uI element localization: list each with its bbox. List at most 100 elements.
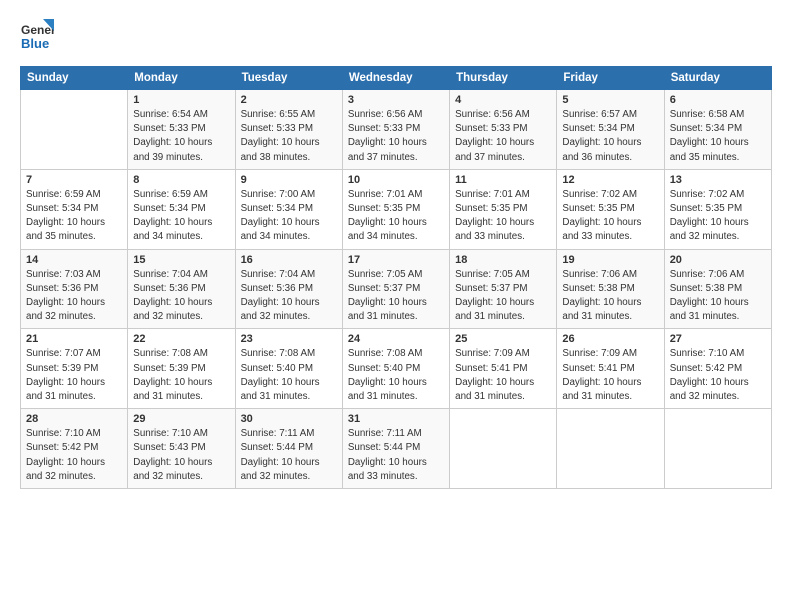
day-info: Sunrise: 7:10 AM Sunset: 5:43 PM Dayligh… bbox=[133, 427, 229, 484]
day-number: 27 bbox=[670, 333, 766, 345]
calendar-cell: 5 Sunrise: 6:57 AM Sunset: 5:34 PM Daylig… bbox=[557, 90, 664, 170]
calendar-cell: 28 Sunrise: 7:10 AM Sunset: 5:42 PM Dayli… bbox=[21, 409, 128, 489]
day-number: 9 bbox=[241, 174, 337, 186]
day-info: Sunrise: 7:04 AM Sunset: 5:36 PM Dayligh… bbox=[241, 268, 337, 325]
week-row-5: 28 Sunrise: 7:10 AM Sunset: 5:42 PM Dayli… bbox=[21, 409, 772, 489]
day-number: 15 bbox=[133, 254, 229, 266]
week-row-1: 1Sunrise: 6:54 AM Sunset: 5:33 PM Daylig… bbox=[21, 90, 772, 170]
calendar-cell: 31 Sunrise: 7:11 AM Sunset: 5:44 PM Dayli… bbox=[342, 409, 449, 489]
calendar-header-row: SundayMondayTuesdayWednesdayThursdayFrid… bbox=[21, 67, 772, 90]
day-info: Sunrise: 7:05 AM Sunset: 5:37 PM Dayligh… bbox=[455, 268, 551, 325]
day-info: Sunrise: 6:56 AM Sunset: 5:33 PM Dayligh… bbox=[455, 108, 551, 165]
day-info: Sunrise: 6:55 AM Sunset: 5:33 PM Dayligh… bbox=[241, 108, 337, 165]
calendar-cell: 19 Sunrise: 7:06 AM Sunset: 5:38 PM Dayli… bbox=[557, 249, 664, 329]
calendar-cell: 2 Sunrise: 6:55 AM Sunset: 5:33 PM Daylig… bbox=[235, 90, 342, 170]
col-header-sunday: Sunday bbox=[21, 67, 128, 90]
calendar-cell: 3 Sunrise: 6:56 AM Sunset: 5:33 PM Daylig… bbox=[342, 90, 449, 170]
calendar-cell: 12Sunrise: 7:02 AM Sunset: 5:35 PM Dayli… bbox=[557, 169, 664, 249]
col-header-tuesday: Tuesday bbox=[235, 67, 342, 90]
day-info: Sunrise: 7:10 AM Sunset: 5:42 PM Dayligh… bbox=[670, 347, 766, 404]
day-info: Sunrise: 7:02 AM Sunset: 5:35 PM Dayligh… bbox=[670, 188, 766, 245]
day-number: 16 bbox=[241, 254, 337, 266]
day-info: Sunrise: 7:08 AM Sunset: 5:40 PM Dayligh… bbox=[348, 347, 444, 404]
logo: GeneralBlue bbox=[20, 18, 54, 56]
svg-text:Blue: Blue bbox=[21, 36, 49, 51]
calendar-cell: 26 Sunrise: 7:09 AM Sunset: 5:41 PM Dayli… bbox=[557, 329, 664, 409]
day-number: 23 bbox=[241, 333, 337, 345]
day-info: Sunrise: 7:00 AM Sunset: 5:34 PM Dayligh… bbox=[241, 188, 337, 245]
day-number: 5 bbox=[562, 94, 658, 106]
calendar-cell: 24 Sunrise: 7:08 AM Sunset: 5:40 PM Dayli… bbox=[342, 329, 449, 409]
calendar-cell bbox=[664, 409, 771, 489]
day-number: 29 bbox=[133, 413, 229, 425]
day-number: 14 bbox=[26, 254, 122, 266]
day-number: 10 bbox=[348, 174, 444, 186]
day-number: 20 bbox=[670, 254, 766, 266]
calendar-cell: 13Sunrise: 7:02 AM Sunset: 5:35 PM Dayli… bbox=[664, 169, 771, 249]
day-number: 3 bbox=[348, 94, 444, 106]
day-info: Sunrise: 7:11 AM Sunset: 5:44 PM Dayligh… bbox=[241, 427, 337, 484]
col-header-friday: Friday bbox=[557, 67, 664, 90]
calendar-cell: 27 Sunrise: 7:10 AM Sunset: 5:42 PM Dayli… bbox=[664, 329, 771, 409]
calendar-cell: 30 Sunrise: 7:11 AM Sunset: 5:44 PM Dayli… bbox=[235, 409, 342, 489]
calendar-cell: 1Sunrise: 6:54 AM Sunset: 5:33 PM Daylig… bbox=[128, 90, 235, 170]
day-info: Sunrise: 7:06 AM Sunset: 5:38 PM Dayligh… bbox=[670, 268, 766, 325]
calendar-cell: 18Sunrise: 7:05 AM Sunset: 5:37 PM Dayli… bbox=[450, 249, 557, 329]
day-number: 26 bbox=[562, 333, 658, 345]
col-header-thursday: Thursday bbox=[450, 67, 557, 90]
day-info: Sunrise: 6:59 AM Sunset: 5:34 PM Dayligh… bbox=[133, 188, 229, 245]
day-info: Sunrise: 6:58 AM Sunset: 5:34 PM Dayligh… bbox=[670, 108, 766, 165]
calendar-cell bbox=[557, 409, 664, 489]
day-number: 6 bbox=[670, 94, 766, 106]
day-number: 7 bbox=[26, 174, 122, 186]
day-info: Sunrise: 7:06 AM Sunset: 5:38 PM Dayligh… bbox=[562, 268, 658, 325]
day-info: Sunrise: 7:02 AM Sunset: 5:35 PM Dayligh… bbox=[562, 188, 658, 245]
page-header: GeneralBlue bbox=[20, 18, 772, 56]
calendar-cell: 23 Sunrise: 7:08 AM Sunset: 5:40 PM Dayli… bbox=[235, 329, 342, 409]
day-info: Sunrise: 7:05 AM Sunset: 5:37 PM Dayligh… bbox=[348, 268, 444, 325]
day-number: 19 bbox=[562, 254, 658, 266]
calendar-cell: 15Sunrise: 7:04 AM Sunset: 5:36 PM Dayli… bbox=[128, 249, 235, 329]
day-info: Sunrise: 7:08 AM Sunset: 5:40 PM Dayligh… bbox=[241, 347, 337, 404]
day-number: 30 bbox=[241, 413, 337, 425]
day-info: Sunrise: 7:09 AM Sunset: 5:41 PM Dayligh… bbox=[455, 347, 551, 404]
day-info: Sunrise: 7:10 AM Sunset: 5:42 PM Dayligh… bbox=[26, 427, 122, 484]
calendar-cell: 16 Sunrise: 7:04 AM Sunset: 5:36 PM Dayli… bbox=[235, 249, 342, 329]
day-number: 2 bbox=[241, 94, 337, 106]
calendar-cell bbox=[450, 409, 557, 489]
day-info: Sunrise: 7:01 AM Sunset: 5:35 PM Dayligh… bbox=[348, 188, 444, 245]
calendar-table: SundayMondayTuesdayWednesdayThursdayFrid… bbox=[20, 66, 772, 489]
day-info: Sunrise: 6:59 AM Sunset: 5:34 PM Dayligh… bbox=[26, 188, 122, 245]
week-row-3: 14Sunrise: 7:03 AM Sunset: 5:36 PM Dayli… bbox=[21, 249, 772, 329]
week-row-4: 21 Sunrise: 7:07 AM Sunset: 5:39 PM Dayli… bbox=[21, 329, 772, 409]
day-info: Sunrise: 6:54 AM Sunset: 5:33 PM Dayligh… bbox=[133, 108, 229, 165]
day-number: 21 bbox=[26, 333, 122, 345]
day-number: 24 bbox=[348, 333, 444, 345]
day-number: 31 bbox=[348, 413, 444, 425]
day-number: 11 bbox=[455, 174, 551, 186]
day-number: 4 bbox=[455, 94, 551, 106]
col-header-monday: Monday bbox=[128, 67, 235, 90]
calendar-cell: 25 Sunrise: 7:09 AM Sunset: 5:41 PM Dayli… bbox=[450, 329, 557, 409]
calendar-cell: 22Sunrise: 7:08 AM Sunset: 5:39 PM Dayli… bbox=[128, 329, 235, 409]
day-info: Sunrise: 7:09 AM Sunset: 5:41 PM Dayligh… bbox=[562, 347, 658, 404]
day-info: Sunrise: 7:11 AM Sunset: 5:44 PM Dayligh… bbox=[348, 427, 444, 484]
calendar-cell bbox=[21, 90, 128, 170]
calendar-cell: 10 Sunrise: 7:01 AM Sunset: 5:35 PM Dayli… bbox=[342, 169, 449, 249]
calendar-cell: 17 Sunrise: 7:05 AM Sunset: 5:37 PM Dayli… bbox=[342, 249, 449, 329]
day-number: 28 bbox=[26, 413, 122, 425]
calendar-cell: 4 Sunrise: 6:56 AM Sunset: 5:33 PM Daylig… bbox=[450, 90, 557, 170]
calendar-cell: 9 Sunrise: 7:00 AM Sunset: 5:34 PM Daylig… bbox=[235, 169, 342, 249]
logo-icon: GeneralBlue bbox=[20, 18, 54, 56]
calendar-cell: 29 Sunrise: 7:10 AM Sunset: 5:43 PM Dayli… bbox=[128, 409, 235, 489]
calendar-cell: 20 Sunrise: 7:06 AM Sunset: 5:38 PM Dayli… bbox=[664, 249, 771, 329]
col-header-saturday: Saturday bbox=[664, 67, 771, 90]
day-number: 17 bbox=[348, 254, 444, 266]
calendar-cell: 6 Sunrise: 6:58 AM Sunset: 5:34 PM Daylig… bbox=[664, 90, 771, 170]
day-info: Sunrise: 7:07 AM Sunset: 5:39 PM Dayligh… bbox=[26, 347, 122, 404]
day-info: Sunrise: 6:56 AM Sunset: 5:33 PM Dayligh… bbox=[348, 108, 444, 165]
col-header-wednesday: Wednesday bbox=[342, 67, 449, 90]
calendar-cell: 7 Sunrise: 6:59 AM Sunset: 5:34 PM Daylig… bbox=[21, 169, 128, 249]
day-number: 25 bbox=[455, 333, 551, 345]
day-info: Sunrise: 6:57 AM Sunset: 5:34 PM Dayligh… bbox=[562, 108, 658, 165]
